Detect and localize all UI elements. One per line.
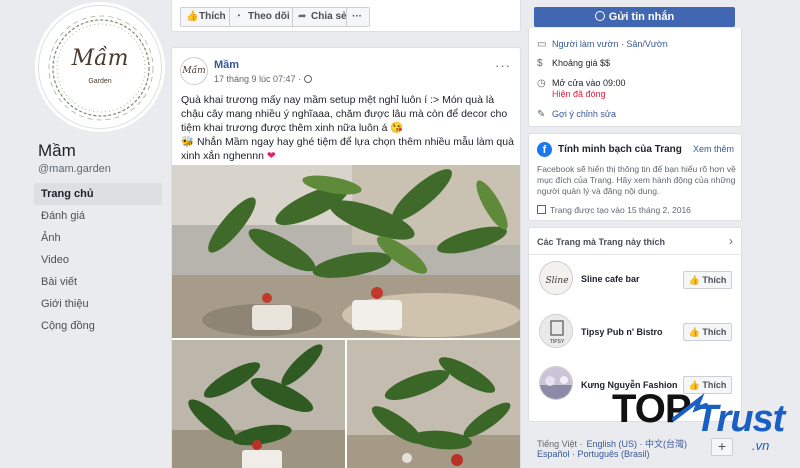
liked-page-avatar[interactable]: Sline xyxy=(539,261,573,295)
liked-page-avatar[interactable] xyxy=(539,366,573,400)
post-author-avatar[interactable]: Mầm xyxy=(180,57,208,85)
post-text: Quà khai trương mấy nay mầm setup mệt ng… xyxy=(181,93,517,163)
post-card: Mầm Mầm 17 tháng 9 lúc 07:47 · ··· Quà k… xyxy=(171,47,521,468)
hours-row[interactable]: ◷ Mở cửa vào 09:00 xyxy=(537,78,625,89)
hours-text: Mở cửa vào 09:00 xyxy=(552,78,626,88)
nav-item-about[interactable]: Giới thiệu xyxy=(34,293,162,315)
post-text-line-2: 🐝 Nhắn Mầm ngay hay ghé tiệm để lựa chọn… xyxy=(181,136,514,162)
pencil-icon: ✎ xyxy=(537,109,546,120)
liked-page-avatar[interactable]: TIPSY xyxy=(539,314,573,348)
like-label: Thích xyxy=(702,275,727,285)
suggest-edit-link[interactable]: ✎ Gợi ý chỉnh sửa xyxy=(537,109,616,120)
chevron-right-icon[interactable]: › xyxy=(729,234,733,248)
messenger-icon xyxy=(594,11,605,21)
page-title: Mầm xyxy=(38,141,76,160)
logo-brand-text: Mầm xyxy=(71,46,129,71)
open-status: Hiện đã đóng xyxy=(552,89,606,99)
send-message-button[interactable]: Gửi tin nhắn xyxy=(534,7,735,27)
liked-page-avatar-text: TIPSY xyxy=(550,339,565,345)
dollar-icon: $ xyxy=(537,58,543,69)
page-created-text: Trang được tạo vào 15 tháng 2, 2016 xyxy=(550,205,691,215)
facebook-icon: f xyxy=(537,142,552,157)
flag-icon xyxy=(537,205,546,214)
nav-item-photos[interactable]: Ảnh xyxy=(34,227,162,249)
transparency-card: f Tính minh bạch của Trang Xem thêm Face… xyxy=(528,133,742,221)
price-text: Khoảng giá $$ xyxy=(552,58,611,68)
share-label: Chia sẻ xyxy=(311,11,347,22)
logo-sub-text: Garden xyxy=(88,78,112,85)
nav-item-community[interactable]: Cộng đồng xyxy=(34,315,162,337)
liked-pages-header[interactable]: Các Trang mà Trang này thích xyxy=(537,237,665,247)
price-row: $ Khoảng giá $$ xyxy=(537,58,610,69)
clock-icon: ◷ xyxy=(537,78,546,89)
share-icon: ➦ xyxy=(298,11,307,22)
left-sidebar: Mầm Garden Mầm @mam.garden Trang chủ Đán… xyxy=(0,0,172,468)
post-text-line-1: Quà khai trương mấy nay mầm setup mệt ng… xyxy=(181,94,508,134)
thumbs-up-icon: 👍 xyxy=(688,275,700,285)
globe-icon xyxy=(304,75,313,83)
see-more-link[interactable]: Xem thêm xyxy=(693,144,734,154)
page-info-card: ▭ Người làm vườn · Sân/Vườn $ Khoảng giá $… xyxy=(528,28,742,127)
like-liked-page-button[interactable]: 👍 Thích xyxy=(683,271,732,289)
nav-item-reviews[interactable]: Đánh giá xyxy=(34,205,162,227)
liked-page-name[interactable]: Sline cafe bar xyxy=(581,274,640,284)
category-text: Người làm vườn · Sân/Vườn xyxy=(552,39,668,49)
category-row[interactable]: ▭ Người làm vườn · Sân/Vườn xyxy=(537,39,668,50)
transparency-description: Facebook sẽ hiển thị thông tin để bạn hi… xyxy=(537,164,736,196)
thumbs-up-icon: 👍 xyxy=(186,11,199,22)
page-profile-picture[interactable]: Mầm Garden xyxy=(38,5,162,129)
post-author-name[interactable]: Mầm xyxy=(214,59,239,71)
post-photo-1[interactable] xyxy=(172,165,520,338)
page-action-bar: 👍Thích ◔ Theo dõi ➦ Chia sẻ ··· xyxy=(171,0,521,32)
like-page-button[interactable]: 👍Thích xyxy=(180,7,234,27)
post-time-text: 17 tháng 9 lúc 07:47 · xyxy=(214,74,302,84)
follow-label: Theo dõi xyxy=(248,11,290,22)
nav-item-home[interactable]: Trang chủ xyxy=(34,183,162,205)
suggest-edit-text: Gợi ý chỉnh sửa xyxy=(552,109,616,119)
liked-page-avatar-text: Sline xyxy=(545,276,568,286)
liked-page-name[interactable]: Tipsy Pub n' Bistro xyxy=(581,327,662,337)
nav-item-videos[interactable]: Video xyxy=(34,249,162,271)
thumbs-up-icon: 👍 xyxy=(688,327,700,337)
watermark-trust-text: Trust xyxy=(695,398,785,440)
toptrust-watermark-logo: TOP Trust .vn xyxy=(612,387,792,465)
like-page-label: Thích xyxy=(199,11,226,22)
current-language: Tiếng Việt · xyxy=(537,439,583,449)
transparency-title: Tính minh bạch của Trang xyxy=(558,144,682,155)
like-label: Thích xyxy=(702,327,727,337)
page-handle[interactable]: @mam.garden xyxy=(38,163,111,175)
post-options-button[interactable]: ··· xyxy=(495,58,511,73)
follow-button[interactable]: ◔ Theo dõi xyxy=(229,7,298,27)
briefcase-icon: ▭ xyxy=(537,39,547,50)
divider xyxy=(529,254,741,255)
post-photo-2[interactable] xyxy=(172,340,345,468)
watermark-domain-text: .vn xyxy=(752,438,770,453)
rss-icon: ◔ xyxy=(235,11,242,22)
post-photo-3[interactable] xyxy=(347,340,520,468)
send-message-label: Gửi tin nhắn xyxy=(608,11,675,23)
nav-item-posts[interactable]: Bài viết xyxy=(34,271,162,293)
heart-emoji: ❤ xyxy=(266,150,276,162)
like-liked-page-button[interactable]: 👍 Thích xyxy=(683,323,732,341)
more-actions-button[interactable]: ··· xyxy=(346,7,370,27)
page-nav: Trang chủ Đánh giá Ảnh Video Bài viết Gi… xyxy=(34,183,162,337)
post-timestamp[interactable]: 17 tháng 9 lúc 07:47 · xyxy=(214,74,313,84)
page-created-row: Trang được tạo vào 15 tháng 2, 2016 xyxy=(537,205,691,215)
